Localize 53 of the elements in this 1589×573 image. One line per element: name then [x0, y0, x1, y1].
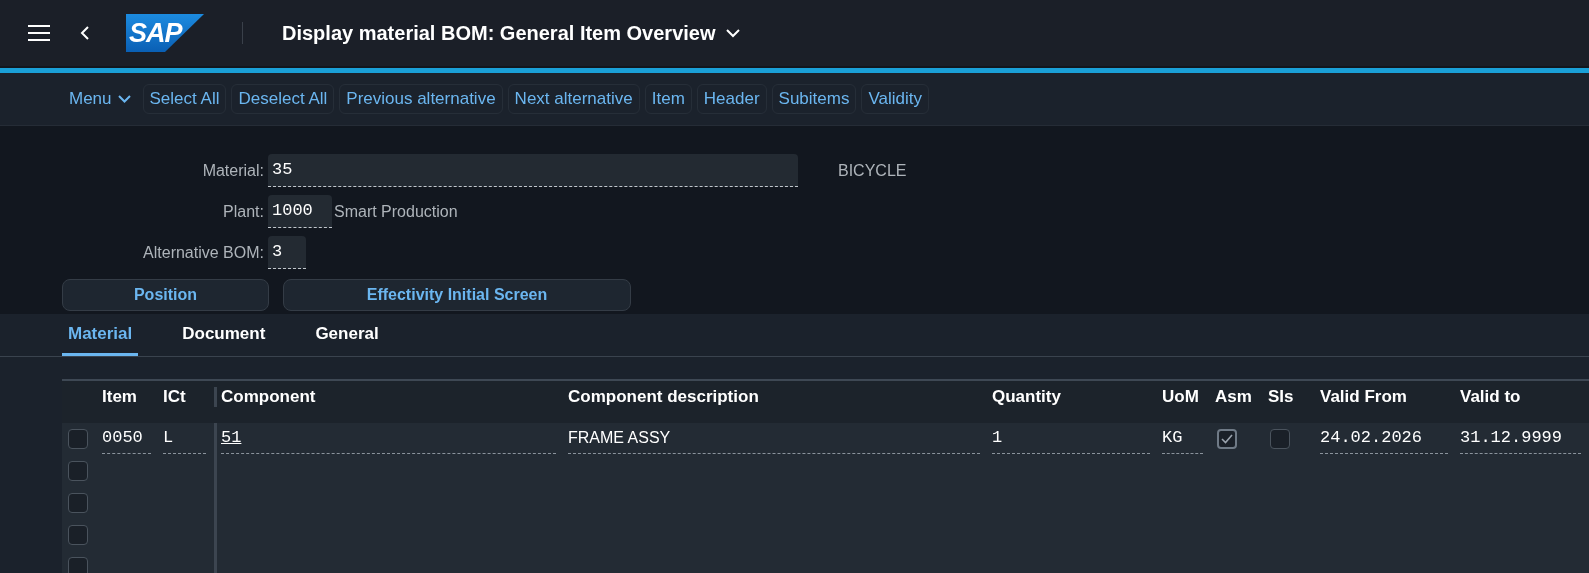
column-header: Component: [214, 386, 564, 407]
caret-icon: [117, 95, 131, 103]
row-checkbox[interactable]: [68, 493, 88, 513]
row-checkbox[interactable]: [68, 429, 88, 449]
toolbar-button[interactable]: Item: [644, 84, 692, 114]
toolbar-button[interactable]: Validity: [861, 84, 929, 114]
field-description: Smart Production: [334, 202, 458, 221]
row-checkbox[interactable]: [68, 461, 88, 481]
column-header: Valid to: [1459, 386, 1522, 407]
row-checkbox[interactable]: [68, 557, 88, 573]
column-header: Item: [101, 386, 138, 407]
checkbox[interactable]: [1270, 429, 1290, 449]
column-header: ICt: [162, 386, 187, 407]
column-header: Quantity: [991, 386, 1062, 407]
table-cell: FRAME ASSY: [568, 424, 980, 454]
column-header: Component description: [567, 386, 760, 407]
column-header: Asm: [1214, 386, 1253, 407]
logo: SAP: [126, 14, 204, 52]
tab[interactable]: Document: [176, 314, 272, 356]
caret-icon[interactable]: [725, 28, 740, 38]
column-header: SIs: [1267, 386, 1295, 407]
column-header: UoM: [1161, 386, 1200, 407]
input-field[interactable]: 35: [268, 154, 798, 187]
table-cell: 24.02.2026: [1320, 424, 1448, 454]
check-icon: [1220, 432, 1234, 446]
input-field[interactable]: 1000: [268, 195, 332, 228]
toolbar-button[interactable]: Next alternative: [507, 84, 640, 114]
window-title: Display material BOM: General Item Overview: [282, 21, 716, 45]
menu-button[interactable]: Menu: [62, 84, 138, 114]
field-label: Plant:: [222, 202, 265, 221]
table-cell: KG: [1162, 424, 1203, 454]
table-cell: 0050: [102, 424, 151, 454]
field-label: Material:: [201, 161, 265, 180]
action-button[interactable]: Position: [62, 279, 269, 311]
toolbar-button[interactable]: Subitems: [771, 84, 857, 114]
table-cell: 1: [992, 424, 1150, 454]
table-cell: L: [163, 424, 206, 454]
back-icon[interactable]: [80, 25, 90, 41]
field-label: Alternative BOM:: [142, 243, 265, 262]
toolbar-button[interactable]: Previous alternative: [339, 84, 503, 114]
input-field[interactable]: 3: [268, 236, 306, 269]
tab[interactable]: General: [309, 314, 385, 356]
action-button[interactable]: Effectivity Initial Screen: [283, 279, 631, 311]
menu-icon[interactable]: [28, 24, 50, 42]
column-header: Valid From: [1319, 386, 1408, 407]
table-cell: 31.12.9999: [1460, 424, 1581, 454]
toolbar-button[interactable]: Select All: [142, 84, 227, 114]
checkbox[interactable]: [1217, 429, 1237, 449]
row-checkbox[interactable]: [68, 525, 88, 545]
field-description: BICYCLE: [838, 161, 907, 180]
toolbar-button[interactable]: Header: [696, 84, 767, 114]
component-link[interactable]: 51: [221, 424, 556, 454]
toolbar-button[interactable]: Deselect All: [231, 84, 335, 114]
